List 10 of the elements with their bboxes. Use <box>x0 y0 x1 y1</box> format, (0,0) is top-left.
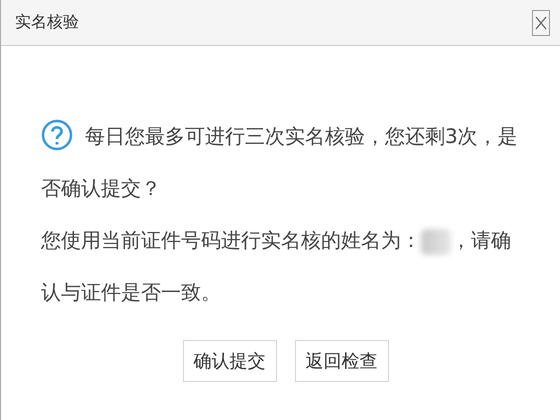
name-prompt-text: 您使用当前证件号码进行实名核的姓名为： <box>41 228 421 252</box>
window-title: 实名核验 <box>15 12 79 33</box>
close-button[interactable] <box>532 10 550 36</box>
confirm-prompt-text: 认与证件是否一致。 <box>41 280 221 304</box>
question-text: 否确认提交？ <box>41 176 161 200</box>
confirm-prompt-text: ，请确 <box>451 228 511 252</box>
question-text: 每日您最多可进行三次实名核验，您还剩3次，是 <box>85 124 518 148</box>
submit-button[interactable]: 确认提交 <box>182 340 276 382</box>
help-icon <box>41 118 73 151</box>
back-button[interactable]: 返回检查 <box>294 340 388 382</box>
